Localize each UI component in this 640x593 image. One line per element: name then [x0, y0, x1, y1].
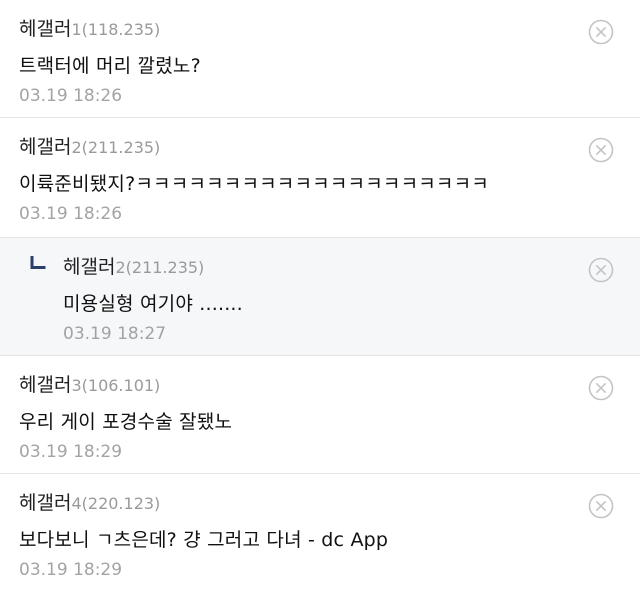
- comment-text: 우리 게이 포경수술 잘됐노: [19, 411, 233, 433]
- delete-comment-button[interactable]: [588, 493, 614, 519]
- comment-timestamp: 03.19 18:26: [19, 86, 123, 106]
- delete-comment-button[interactable]: [588, 257, 614, 283]
- comment-author[interactable]: 헤갤러2(211.235): [63, 252, 204, 279]
- author-number: 2: [115, 258, 126, 277]
- comment-timestamp: 03.19 18:29: [19, 442, 123, 462]
- close-circle-icon: [588, 375, 614, 401]
- close-circle-icon: [588, 257, 614, 283]
- author-nickname[interactable]: 헤갤러: [19, 136, 71, 158]
- author-number: 3: [71, 376, 82, 395]
- author-nickname[interactable]: 헤갤러: [19, 374, 71, 396]
- delete-comment-button[interactable]: [588, 137, 614, 163]
- author-ip: (118.235): [81, 20, 161, 39]
- delete-comment-button[interactable]: [588, 19, 614, 45]
- author-nickname[interactable]: 헤갤러: [19, 18, 71, 40]
- comment-author[interactable]: 헤갤러2(211.235): [19, 132, 160, 159]
- author-ip: (211.235): [125, 258, 205, 277]
- comment-timestamp: 03.19 18:27: [63, 324, 167, 344]
- author-ip: (220.123): [81, 494, 161, 513]
- author-number: 2: [71, 138, 82, 157]
- comment-item: 헤갤러3(106.101) 우리 게이 포경수술 잘됐노 03.19 18:29: [0, 356, 640, 474]
- comment-timestamp: 03.19 18:26: [19, 204, 123, 224]
- delete-comment-button[interactable]: [588, 375, 614, 401]
- comment-list: 헤갤러1(118.235) 트랙터에 머리 깔렸노? 03.19 18:26 헤…: [0, 0, 640, 593]
- comment-author[interactable]: 헤갤러1(118.235): [19, 14, 160, 41]
- close-circle-icon: [588, 19, 614, 45]
- comment-text: 미용실형 여기야 .......: [63, 293, 243, 315]
- comment-text: 보다보니 ㄱ츠은데? 걍 그러고 다녀 - dc App: [19, 529, 389, 551]
- author-nickname[interactable]: 헤갤러: [19, 492, 71, 514]
- comment-timestamp: 03.19 18:29: [19, 560, 123, 580]
- comment-author[interactable]: 헤갤러3(106.101): [19, 370, 160, 397]
- author-number: 4: [71, 494, 82, 513]
- comment-text: 이륙준비됐지?ㅋㅋㅋㅋㅋㅋㅋㅋㅋㅋㅋㅋㅋㅋㅋㅋㅋㅋㅋㅋ: [19, 173, 489, 195]
- author-number: 1: [71, 20, 82, 39]
- comment-text: 트랙터에 머리 깔렸노?: [19, 55, 201, 77]
- close-circle-icon: [588, 137, 614, 163]
- comment-item: 헤갤러2(211.235) 이륙준비됐지?ㅋㅋㅋㅋㅋㅋㅋㅋㅋㅋㅋㅋㅋㅋㅋㅋㅋㅋㅋ…: [0, 118, 640, 238]
- comment-author[interactable]: 헤갤러4(220.123): [19, 488, 160, 515]
- comment-item: 헤갤러1(118.235) 트랙터에 머리 깔렸노? 03.19 18:26: [0, 0, 640, 118]
- close-circle-icon: [588, 493, 614, 519]
- author-ip: (211.235): [81, 138, 161, 157]
- author-ip: (106.101): [81, 376, 161, 395]
- author-nickname[interactable]: 헤갤러: [63, 256, 115, 278]
- comment-item: 헤갤러4(220.123) 보다보니 ㄱ츠은데? 걍 그러고 다녀 - dc A…: [0, 474, 640, 593]
- reply-item: 헤갤러2(211.235) 미용실형 여기야 ....... 03.19 18:…: [0, 238, 640, 356]
- reply-arrow-icon: [30, 256, 46, 269]
